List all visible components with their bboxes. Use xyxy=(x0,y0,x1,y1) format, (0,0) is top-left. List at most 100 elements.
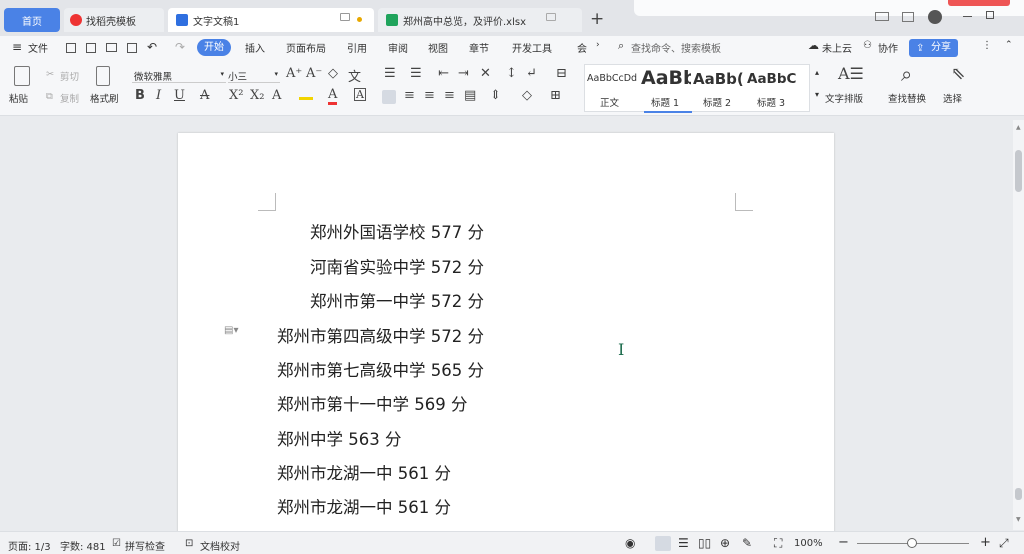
style-normal-label[interactable]: 正文 xyxy=(600,95,619,109)
text-line[interactable]: 河南省实验中学 572 分 xyxy=(310,254,484,278)
page-nav-icon[interactable] xyxy=(1015,488,1022,500)
menu-developer[interactable]: 开发工具 xyxy=(512,40,552,55)
menu-references[interactable]: 引用 xyxy=(347,40,367,55)
export-icon[interactable] xyxy=(86,43,96,53)
maximize-icon[interactable] xyxy=(986,11,994,19)
layout-icon[interactable] xyxy=(875,12,889,21)
minimize-icon[interactable] xyxy=(963,16,972,17)
text-layout-button[interactable]: 文字排版 xyxy=(825,91,863,105)
select-button[interactable]: 选择 xyxy=(943,91,962,105)
style-heading2-label[interactable]: 标题 2 xyxy=(703,95,731,109)
print-icon[interactable] xyxy=(106,43,117,52)
font-family-select[interactable]: 微软雅黑 ▾ xyxy=(132,67,226,83)
align-left-icon[interactable] xyxy=(382,90,396,104)
menu-review[interactable]: 审阅 xyxy=(388,40,408,55)
hamburger-icon[interactable]: ≡ xyxy=(12,40,22,54)
text-line[interactable]: 郑州中学 563 分 xyxy=(277,426,401,450)
sort-icon[interactable]: ↕ xyxy=(506,66,517,81)
collab-button[interactable]: 协作 xyxy=(878,40,898,55)
menu-chapter[interactable]: 章节 xyxy=(469,40,489,55)
style-heading2-preview[interactable]: AaBb( xyxy=(693,70,745,88)
window-icon[interactable] xyxy=(546,13,556,21)
tab-daoke-templates[interactable]: 找稻壳模板 xyxy=(64,8,164,32)
menu-start[interactable]: 开始 xyxy=(197,39,231,56)
reading-view-icon[interactable]: ▯▯ xyxy=(698,536,711,550)
style-normal-preview[interactable]: AaBbCcDd xyxy=(587,73,637,84)
window-icon[interactable] xyxy=(340,13,350,21)
superscript-icon[interactable]: X² xyxy=(229,88,243,103)
save-icon[interactable] xyxy=(66,43,76,53)
justify-icon[interactable]: ≡ xyxy=(444,88,455,103)
subscript-icon[interactable]: X₂ xyxy=(250,88,264,103)
format-painter-button[interactable]: 格式刷 xyxy=(90,91,119,105)
tab-home[interactable]: 首页 xyxy=(4,8,60,32)
text-line[interactable]: 郑州市龙湖一中 561 分 xyxy=(277,460,451,484)
record-button[interactable] xyxy=(948,0,1010,6)
italic-icon[interactable]: I xyxy=(156,88,161,103)
zoom-in-icon[interactable]: + xyxy=(980,535,991,550)
ruler-icon[interactable]: ⊟ xyxy=(556,66,567,81)
char-border-icon[interactable]: A xyxy=(354,88,366,101)
grid-icon[interactable] xyxy=(902,12,914,22)
chinese-layout-icon[interactable]: ✕ xyxy=(480,66,491,81)
menu-member[interactable]: 会 xyxy=(577,40,587,55)
find-replace-button[interactable]: 查找替换 xyxy=(888,91,926,105)
paragraph-handle-icon[interactable]: ▤▾ xyxy=(224,325,238,336)
decrease-indent-icon[interactable]: ⇤ xyxy=(438,66,449,81)
grow-font-icon[interactable]: A⁺ xyxy=(286,66,302,81)
highlight-icon[interactable] xyxy=(299,90,313,100)
write-mode-icon[interactable]: ✎ xyxy=(742,536,752,550)
bullet-list-icon[interactable]: ☰ xyxy=(384,66,396,81)
undo-icon[interactable]: ↶ xyxy=(147,40,157,54)
more-vertical-icon[interactable]: ⋮ xyxy=(982,40,992,51)
page-indicator[interactable]: 页面: 1/3 xyxy=(8,538,51,553)
spellcheck-button[interactable]: 拼写检查 xyxy=(125,538,165,553)
search-icon[interactable]: ⌕ xyxy=(618,39,624,53)
command-search-input[interactable]: 查找命令、搜索模板 xyxy=(631,40,721,55)
style-heading3-preview[interactable]: AaBbC xyxy=(747,71,797,87)
paste-button[interactable]: 粘贴 xyxy=(9,91,28,105)
paste-icon[interactable] xyxy=(14,66,30,86)
zoom-slider-handle[interactable] xyxy=(907,538,917,548)
style-heading1-label[interactable]: 标题 1 xyxy=(651,95,679,109)
avatar[interactable] xyxy=(928,10,942,24)
numbered-list-icon[interactable]: ☰ xyxy=(410,66,422,81)
eye-protection-icon[interactable]: ◉ xyxy=(625,536,635,550)
styles-scroll-up-icon[interactable]: ▴ xyxy=(815,68,819,77)
chevron-up-icon[interactable]: ⌃ xyxy=(1005,40,1013,50)
print-preview-icon[interactable] xyxy=(127,43,137,53)
line-break-icon[interactable]: ↵ xyxy=(526,66,537,81)
styles-more-icon[interactable]: ▾ xyxy=(815,90,819,99)
scrollbar-thumb[interactable] xyxy=(1015,150,1022,192)
menu-file[interactable]: 文件 xyxy=(28,40,48,55)
cut-button[interactable]: 剪切 xyxy=(60,69,79,83)
fullscreen-icon[interactable]: ⤢ xyxy=(999,536,1009,551)
scroll-up-icon[interactable]: ▲ xyxy=(1016,124,1021,131)
word-count[interactable]: 字数: 481 xyxy=(60,538,106,553)
zoom-level[interactable]: 100% xyxy=(794,538,823,549)
menu-insert[interactable]: 插入 xyxy=(245,40,265,55)
bold-icon[interactable]: B xyxy=(135,88,145,103)
cloud-status[interactable]: 未上云 xyxy=(822,40,852,55)
fit-page-icon[interactable]: ⛶ xyxy=(774,536,782,551)
clear-format-icon[interactable]: ◇ xyxy=(328,66,338,81)
font-size-select[interactable]: 小三 ▾ xyxy=(228,67,280,83)
text-line[interactable]: 郑州市第十一中学 569 分 xyxy=(277,391,467,415)
font-color-icon[interactable]: A xyxy=(328,88,338,105)
distribute-icon[interactable]: ▤ xyxy=(464,88,476,103)
chevron-right-icon[interactable]: › xyxy=(596,40,600,50)
document-page[interactable]: 郑州外国语学校 577 分 河南省实验中学 572 分 郑州市第一中学 572 … xyxy=(178,133,834,554)
menu-view[interactable]: 视图 xyxy=(428,40,448,55)
phonetic-icon[interactable]: 文 xyxy=(348,66,361,85)
strikethrough-icon[interactable]: A xyxy=(200,88,209,103)
style-heading1-preview[interactable]: AaBb xyxy=(641,67,691,89)
page-view-icon[interactable] xyxy=(655,536,671,551)
tab-spreadsheet[interactable]: 郑州高中总览，及评价.xlsx xyxy=(378,8,582,32)
shrink-font-icon[interactable]: A⁻ xyxy=(306,66,322,81)
web-view-icon[interactable]: ⊕ xyxy=(720,536,730,550)
shading-icon[interactable]: ◇ xyxy=(522,88,532,103)
align-center-icon[interactable]: ≡ xyxy=(404,88,415,103)
increase-indent-icon[interactable]: ⇥ xyxy=(458,66,469,81)
outline-view-icon[interactable]: ☰ xyxy=(678,536,689,550)
style-heading3-label[interactable]: 标题 3 xyxy=(757,95,785,109)
